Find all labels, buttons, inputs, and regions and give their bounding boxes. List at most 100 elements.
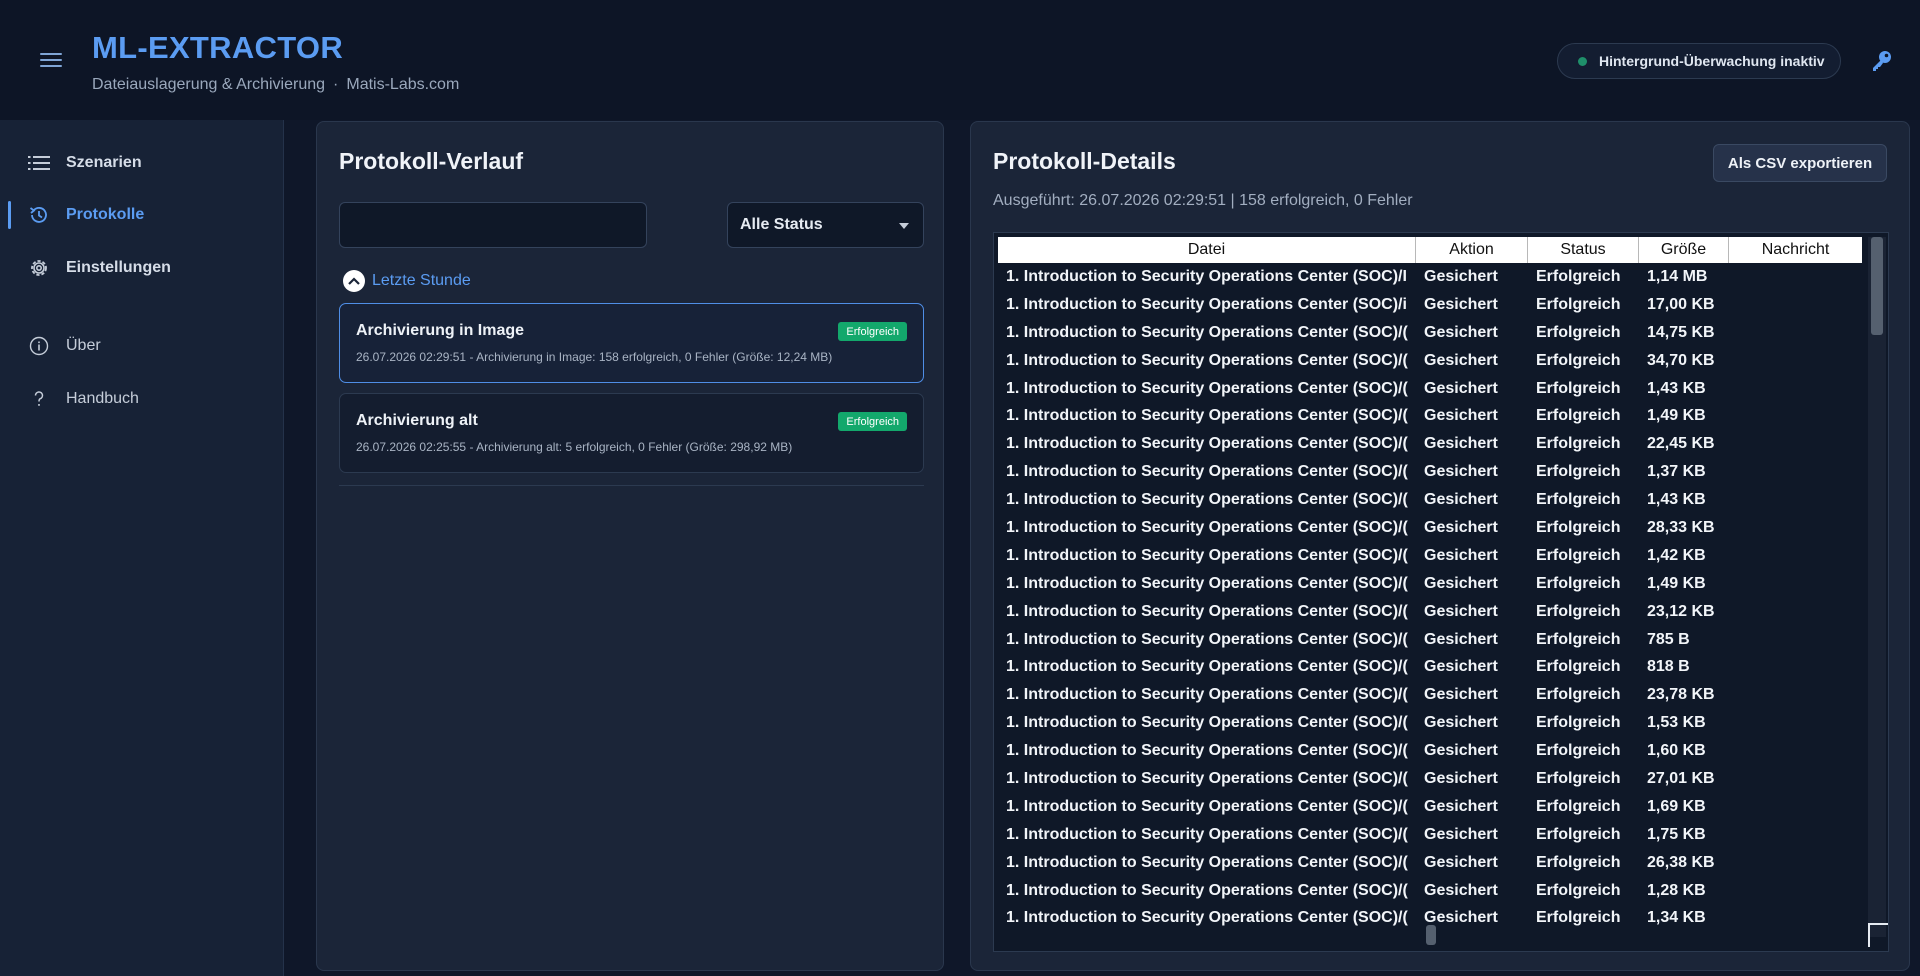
table-row[interactable]: 1. Introduction to Security Operations C… [998, 598, 1862, 626]
table-cell: Erfolgreich [1536, 518, 1621, 536]
table-cell: Erfolgreich [1536, 769, 1621, 787]
table-row[interactable]: 1. Introduction to Security Operations C… [998, 402, 1862, 430]
status-dot-icon [1578, 56, 1587, 66]
table-row[interactable]: 1. Introduction to Security Operations C… [998, 570, 1862, 598]
table-cell: Gesichert [1424, 518, 1498, 536]
column-header-aktion[interactable]: Aktion [1416, 237, 1528, 263]
key-icon[interactable] [1870, 49, 1894, 73]
table-row[interactable]: 1. Introduction to Security Operations C… [998, 793, 1862, 821]
table-row[interactable]: 1. Introduction to Security Operations C… [998, 486, 1862, 514]
sidebar-item-ueber[interactable]: Über [0, 328, 284, 364]
table-cell: 1. Introduction to Security Operations C… [1006, 407, 1408, 425]
table-cell: 28,33 KB [1647, 518, 1715, 536]
table-row[interactable]: 1. Introduction to Security Operations C… [998, 430, 1862, 458]
table-cell: 1. Introduction to Security Operations C… [1006, 602, 1408, 620]
table-row[interactable]: 1. Introduction to Security Operations C… [998, 737, 1862, 765]
horizontal-scrollbar-thumb[interactable] [1426, 925, 1436, 945]
column-header-datei[interactable]: Datei [998, 237, 1416, 263]
app-subtitle: Dateiauslagerung & Archivierung · Matis-La… [92, 76, 459, 94]
search-input[interactable] [339, 202, 647, 248]
table-cell: Erfolgreich [1536, 435, 1621, 453]
table-row[interactable]: 1. Introduction to Security Operations C… [998, 542, 1862, 570]
table-row[interactable]: 1. Introduction to Security Operations C… [998, 849, 1862, 877]
table-cell: Gesichert [1424, 602, 1498, 620]
table-cell: 1,49 KB [1647, 574, 1706, 592]
vertical-scrollbar[interactable] [1868, 237, 1886, 937]
table-cell: Gesichert [1424, 742, 1498, 760]
table-cell: Erfolgreich [1536, 881, 1621, 899]
table-cell: Erfolgreich [1536, 267, 1621, 285]
table-row[interactable]: 1. Introduction to Security Operations C… [998, 347, 1862, 375]
table-cell: 22,45 KB [1647, 435, 1715, 453]
sidebar-item-einstellungen[interactable]: Einstellungen [0, 250, 284, 286]
column-header-groesse[interactable]: Größe [1639, 237, 1729, 263]
table-cell: 818 B [1647, 658, 1690, 676]
table-row[interactable]: 1. Introduction to Security Operations C… [998, 375, 1862, 403]
sidebar-item-szenarien[interactable]: Szenarien [0, 145, 284, 181]
table-row[interactable]: 1. Introduction to Security Operations C… [998, 653, 1862, 681]
resize-grip[interactable] [1868, 923, 1888, 947]
table-row[interactable]: 1. Introduction to Security Operations C… [998, 877, 1862, 905]
status-filter-value: Alle Status [740, 216, 823, 233]
table-cell: 1,60 KB [1647, 742, 1706, 760]
table-row[interactable]: 1. Introduction to Security Operations C… [998, 821, 1862, 849]
table-cell: 1. Introduction to Security Operations C… [1006, 295, 1407, 313]
history-title: Protokoll-Verlauf [339, 148, 524, 174]
help-icon [28, 388, 50, 410]
table-cell: Gesichert [1424, 825, 1498, 843]
table-row[interactable]: 1. Introduction to Security Operations C… [998, 514, 1862, 542]
status-filter-select[interactable]: Alle Status [727, 202, 924, 248]
table-cell: 1. Introduction to Security Operations C… [1006, 491, 1408, 509]
table-cell: 14,75 KB [1647, 323, 1715, 341]
table-cell: 1. Introduction to Security Operations C… [1006, 435, 1408, 453]
details-title: Protokoll-Details [993, 148, 1176, 174]
table-cell: 1. Introduction to Security Operations C… [1006, 574, 1408, 592]
site-link[interactable]: Matis-Labs.com [346, 76, 459, 93]
log-entry-name: Archivierung alt [356, 412, 478, 429]
table-cell: Gesichert [1424, 769, 1498, 787]
sidebar-item-handbuch[interactable]: Handbuch [0, 381, 284, 417]
log-entry[interactable]: Archivierung in Image Erfolgreich 26.07.… [339, 303, 924, 383]
table-row[interactable]: 1. Introduction to Security Operations C… [998, 458, 1862, 486]
table-cell: Erfolgreich [1536, 323, 1621, 341]
table-cell: 1. Introduction to Security Operations C… [1006, 546, 1408, 564]
table-row[interactable]: 1. Introduction to Security Operations C… [998, 765, 1862, 793]
log-entry-meta: 26.07.2026 02:25:55 - Archivierung alt: … [356, 440, 793, 454]
table-cell: Erfolgreich [1536, 742, 1621, 760]
group-label: Letzte Stunde [372, 272, 471, 289]
menu-icon[interactable] [40, 53, 62, 69]
table-row[interactable]: 1. Introduction to Security Operations C… [998, 319, 1862, 347]
table-cell: Erfolgreich [1536, 379, 1621, 397]
log-entry[interactable]: Archivierung alt Erfolgreich 26.07.2026 … [339, 393, 924, 473]
table-cell: 26,38 KB [1647, 853, 1715, 871]
table-cell: 1. Introduction to Security Operations C… [1006, 658, 1408, 676]
table-cell: 34,70 KB [1647, 351, 1715, 369]
table-cell: Gesichert [1424, 351, 1498, 369]
table-row[interactable]: 1. Introduction to Security Operations C… [998, 709, 1862, 737]
export-csv-button[interactable]: Als CSV exportieren [1713, 144, 1887, 182]
table-row[interactable]: 1. Introduction to Security Operations C… [998, 291, 1862, 319]
table-cell: 23,12 KB [1647, 602, 1715, 620]
group-toggle-last-hour[interactable]: Letzte Stunde [343, 269, 471, 293]
app-title: ML-EXTRACTOR [92, 30, 344, 65]
table-cell: 1,43 KB [1647, 491, 1706, 509]
table-cell: Gesichert [1424, 295, 1498, 313]
table-cell: 1. Introduction to Security Operations C… [1006, 769, 1408, 787]
background-monitor-status[interactable]: Hintergrund-Überwachung inaktiv [1557, 43, 1841, 79]
table-cell: Erfolgreich [1536, 797, 1621, 815]
table-cell: Erfolgreich [1536, 825, 1621, 843]
column-header-status[interactable]: Status [1528, 237, 1639, 263]
sidebar-item-protokolle[interactable]: Protokolle [0, 197, 284, 233]
table-cell: Gesichert [1424, 491, 1498, 509]
table-cell: 1. Introduction to Security Operations C… [1006, 518, 1408, 536]
column-header-nachricht[interactable]: Nachricht [1729, 237, 1862, 263]
scrollbar-thumb[interactable] [1871, 237, 1883, 335]
info-icon [28, 335, 50, 357]
table-row[interactable]: 1. Introduction to Security Operations C… [998, 681, 1862, 709]
table-cell: Erfolgreich [1536, 351, 1621, 369]
table-header: Datei Aktion Status Größe Nachricht [998, 237, 1862, 263]
table-body: 1. Introduction to Security Operations C… [998, 263, 1862, 932]
table-cell: Gesichert [1424, 379, 1498, 397]
table-row[interactable]: 1. Introduction to Security Operations C… [998, 626, 1862, 654]
table-row[interactable]: 1. Introduction to Security Operations C… [998, 263, 1862, 291]
